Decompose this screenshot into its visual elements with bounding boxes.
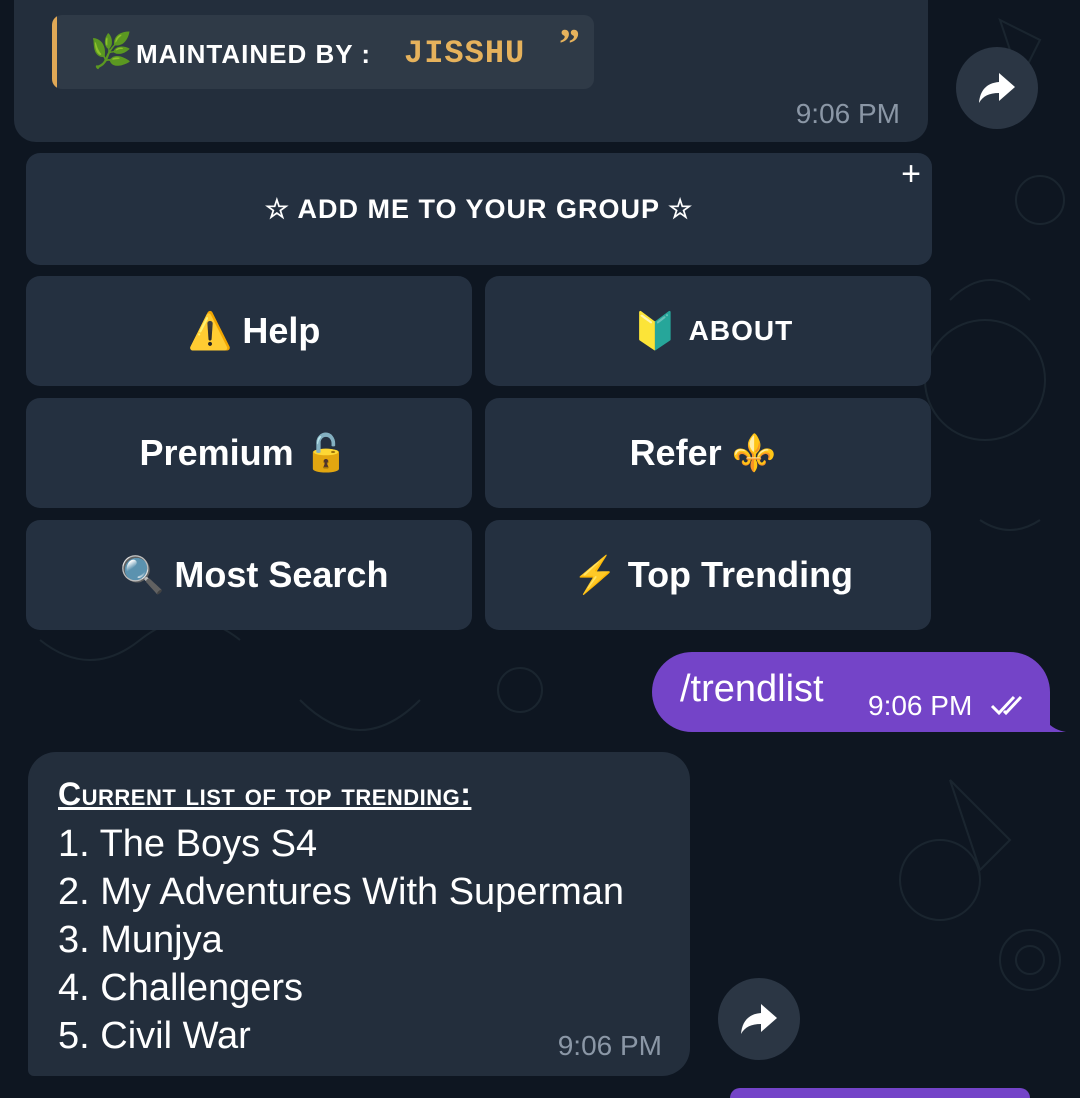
beginner-icon: 🔰 <box>632 310 679 351</box>
forward-icon <box>979 73 1015 103</box>
forward-button[interactable] <box>956 47 1038 129</box>
list-item: 2. My Adventures With Superman <box>58 871 625 913</box>
list-item: 3. Munjya <box>58 919 223 961</box>
top-trending-button[interactable]: ⚡ Top Trending <box>485 520 931 630</box>
refer-button[interactable]: Refer ⚜️ <box>485 398 931 508</box>
forward-icon <box>741 1004 777 1034</box>
top-trending-label: Top Trending <box>627 554 854 595</box>
list-item: 4. Challengers <box>58 967 304 1009</box>
plus-icon: + <box>901 155 922 193</box>
message-time: 9:06 PM <box>795 98 900 129</box>
outgoing-message-bubble: /trendlist 9:06 PM <box>652 652 1050 732</box>
maintained-by-quote: 🌿 MAINTAINED BY : JISSHU ” <box>52 15 594 89</box>
close-quote-icon: ” <box>559 22 580 68</box>
outgoing-message-text: /trendlist <box>680 668 824 710</box>
fleur-de-lis-icon: ⚜️ <box>731 432 777 473</box>
help-button[interactable]: ⚠️ Help <box>26 276 472 386</box>
lightning-icon: ⚡ <box>572 554 618 595</box>
quote-accent-bar <box>52 15 57 89</box>
trending-list-bubble: Current list of top trending: 1. The Boy… <box>28 752 690 1076</box>
warning-icon: ⚠️ <box>187 310 233 351</box>
help-label: Help <box>242 310 321 351</box>
premium-label: Premium <box>139 432 294 473</box>
unlock-icon: 🔓 <box>303 432 349 473</box>
most-search-button[interactable]: 🔍 Most Search <box>26 520 472 630</box>
leaf-icon: 🌿 <box>90 32 133 70</box>
magnifier-icon: 🔍 <box>119 554 165 595</box>
about-label: ABOUT <box>688 315 794 346</box>
most-search-label: Most Search <box>174 554 389 595</box>
next-message-edge <box>730 1088 1030 1098</box>
refer-label: Refer <box>629 432 722 473</box>
list-item: 5. Civil War <box>58 1015 251 1057</box>
trending-list-heading: Current list of top trending: <box>58 776 472 812</box>
bot-message-bubble: 🌿 MAINTAINED BY : JISSHU ” 9:06 PM <box>14 0 928 142</box>
forward-button[interactable] <box>718 978 800 1060</box>
maintained-by-label: MAINTAINED BY : <box>136 39 372 69</box>
premium-button[interactable]: Premium 🔓 <box>26 398 472 508</box>
list-item: 1. The Boys S4 <box>58 823 318 865</box>
outgoing-message-time: 9:06 PM <box>868 690 973 721</box>
trending-items: 1. The Boys S4 2. My Adventures With Sup… <box>58 820 624 1060</box>
add-to-group-label: ☆ ADD ME TO YOUR GROUP ☆ <box>264 193 694 224</box>
about-button[interactable]: 🔰 ABOUT <box>485 276 931 386</box>
double-check-icon <box>990 695 1023 716</box>
maintainer-name: JISSHU <box>404 35 526 72</box>
message-time: 9:06 PM <box>557 1030 662 1061</box>
add-to-group-button[interactable]: ☆ ADD ME TO YOUR GROUP ☆ + <box>26 153 932 265</box>
bubble-tail <box>1038 700 1066 732</box>
